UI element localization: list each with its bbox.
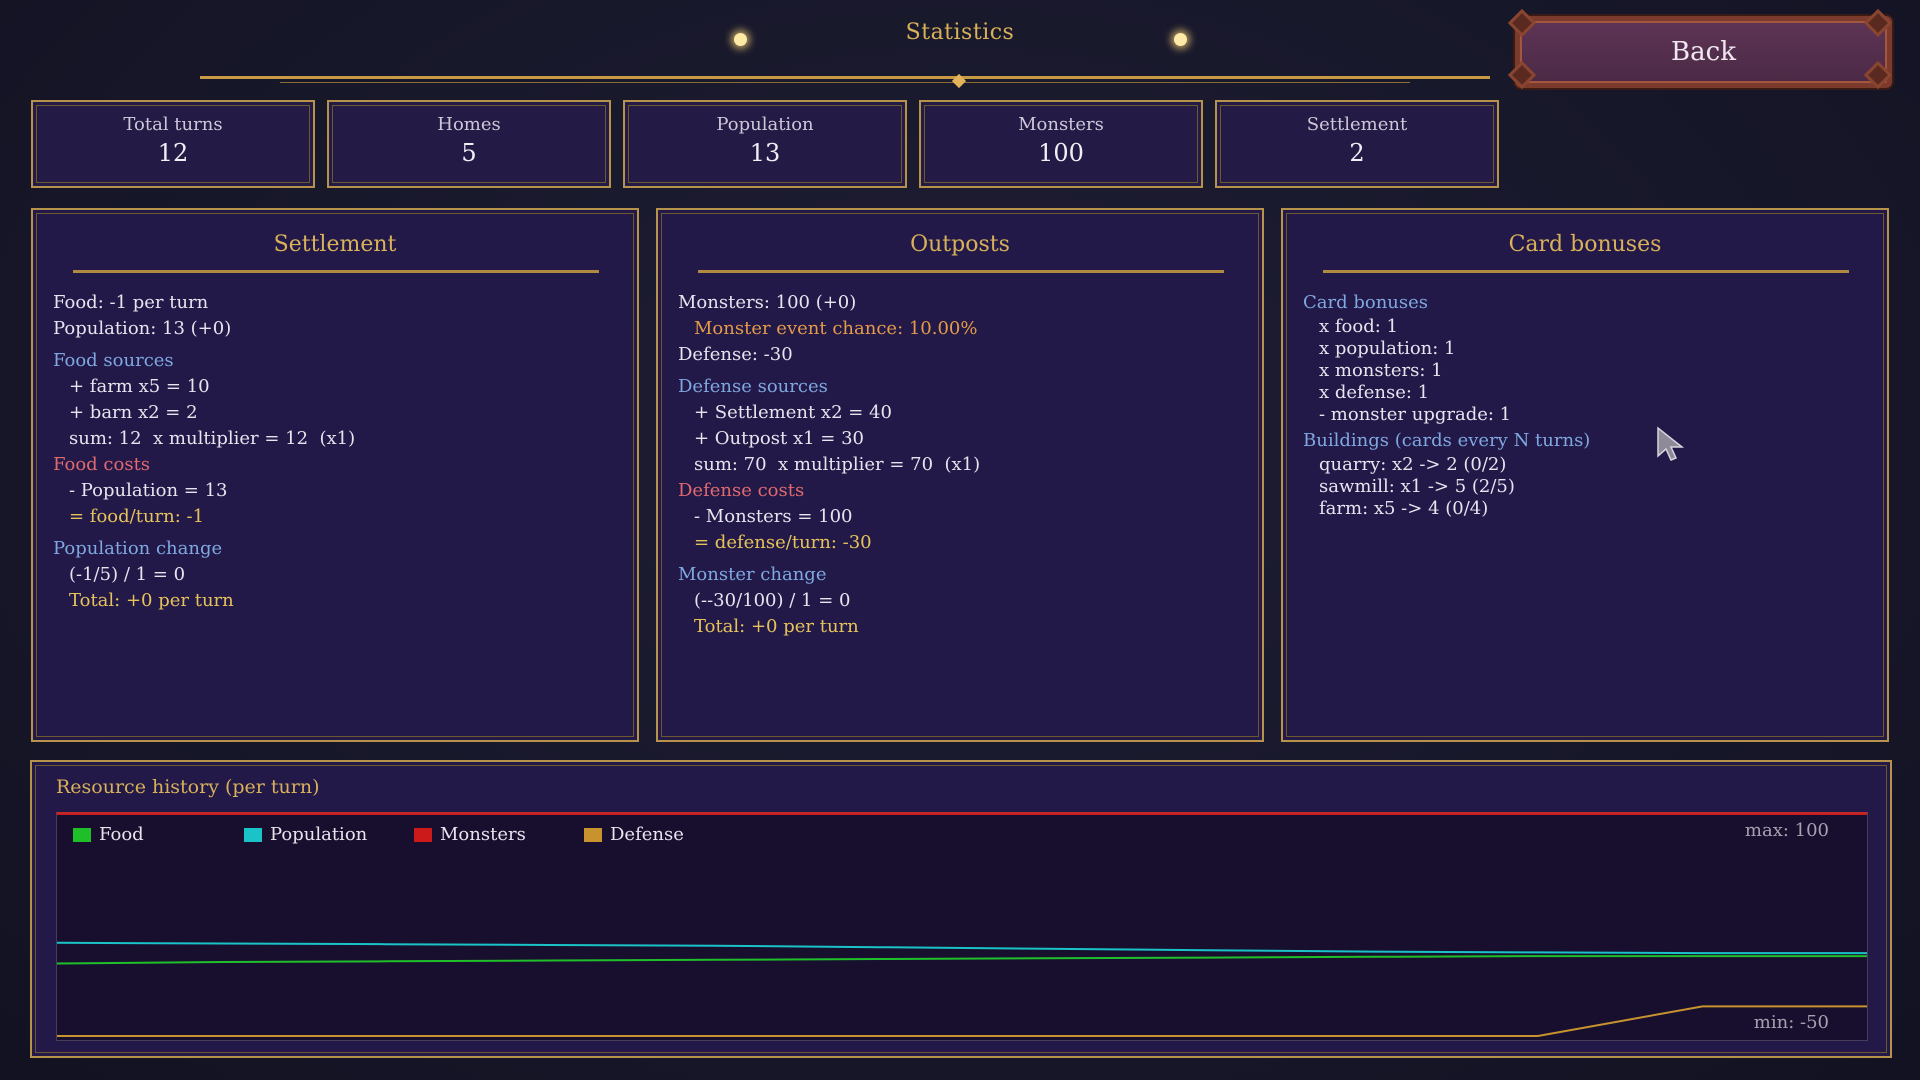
building-line: quarry: x2 -> 2 (0/2) xyxy=(1319,454,1507,475)
monster-event-chance: Monster event chance: 10.00% xyxy=(694,318,978,339)
stat-value: 100 xyxy=(1038,139,1084,167)
card-bonuses-panel: Card bonuses Card bonuses x food: 1 x po… xyxy=(1281,208,1889,742)
resource-history-panel: Resource history (per turn) Food Populat… xyxy=(30,760,1892,1058)
stat-value: 12 xyxy=(157,139,189,167)
population-summary: Population: 13 (+0) xyxy=(53,318,232,339)
history-chart: Food Population Monsters Defense max: 10… xyxy=(56,812,1868,1041)
defense-per-turn: = defense/turn: -30 xyxy=(694,532,872,553)
defense-cost-line: - Monsters = 100 xyxy=(694,506,853,527)
defense-source-line: sum: 70 x multiplier = 70 (x1) xyxy=(694,454,981,475)
monsters-summary: Monsters: 100 (+0) xyxy=(678,292,857,313)
defense-source-line: + Settlement x2 = 40 xyxy=(694,402,892,423)
title-divider-sub xyxy=(280,82,1410,83)
stat-label: Total turns xyxy=(123,114,223,135)
building-line: sawmill: x1 -> 5 (2/5) xyxy=(1319,476,1515,497)
panel-title: Outposts xyxy=(910,232,1010,257)
history-title: Resource history (per turn) xyxy=(56,776,320,798)
series-line-population xyxy=(57,941,1867,955)
title-ornament-right xyxy=(1174,33,1187,46)
card-bonus-line: - monster upgrade: 1 xyxy=(1319,404,1512,425)
stat-value: 13 xyxy=(749,139,781,167)
stat-label: Homes xyxy=(437,114,501,135)
series-line-food xyxy=(57,955,1867,965)
back-button[interactable]: Back xyxy=(1515,16,1892,88)
history-chart-plot xyxy=(57,814,1867,1037)
stat-value: 5 xyxy=(461,139,477,167)
stat-label: Monsters xyxy=(1018,114,1104,135)
card-bonus-line: x food: 1 xyxy=(1319,316,1398,337)
card-bonus-line: x defense: 1 xyxy=(1319,382,1430,403)
panel-divider xyxy=(698,270,1224,273)
stat-total-turns: Total turns 12 xyxy=(31,100,315,188)
buildings-heading: Buildings (cards every N turns) xyxy=(1303,430,1591,451)
food-per-turn: = food/turn: -1 xyxy=(69,506,205,527)
mouse-cursor-icon xyxy=(1656,426,1688,466)
stat-monsters: Monsters 100 xyxy=(919,100,1203,188)
food-source-line: + farm x5 = 10 xyxy=(69,376,210,397)
stat-homes: Homes 5 xyxy=(327,100,611,188)
defense-source-line: + Outpost x1 = 30 xyxy=(694,428,864,449)
population-total: Total: +0 per turn xyxy=(69,590,234,611)
defense-costs-heading: Defense costs xyxy=(678,480,805,501)
outposts-panel: Outposts Monsters: 100 (+0) Monster even… xyxy=(656,208,1264,742)
food-source-line: + barn x2 = 2 xyxy=(69,402,198,423)
panel-title: Card bonuses xyxy=(1508,232,1662,257)
stat-population: Population 13 xyxy=(623,100,907,188)
card-bonus-line: x population: 1 xyxy=(1319,338,1456,359)
monster-total: Total: +0 per turn xyxy=(694,616,859,637)
stat-label: Population xyxy=(716,114,814,135)
food-costs-heading: Food costs xyxy=(53,454,151,475)
food-summary: Food: -1 per turn xyxy=(53,292,209,313)
defense-summary: Defense: -30 xyxy=(678,344,793,365)
stat-label: Settlement xyxy=(1306,114,1408,135)
panel-title: Settlement xyxy=(273,232,397,257)
title-ornament-left xyxy=(734,33,747,46)
population-change-heading: Population change xyxy=(53,538,223,559)
title-divider xyxy=(200,76,1490,79)
card-bonuses-heading: Card bonuses xyxy=(1303,292,1429,313)
defense-sources-heading: Defense sources xyxy=(678,376,828,397)
building-line: farm: x5 -> 4 (0/4) xyxy=(1319,498,1489,519)
card-bonus-line: x monsters: 1 xyxy=(1319,360,1443,381)
panel-divider xyxy=(73,270,599,273)
monster-change-line: (--30/100) / 1 = 0 xyxy=(694,590,851,611)
population-change-line: (-1/5) / 1 = 0 xyxy=(69,564,186,585)
series-line-defense xyxy=(57,1005,1867,1037)
monster-change-heading: Monster change xyxy=(678,564,827,585)
panel-divider xyxy=(1323,270,1849,273)
food-sources-heading: Food sources xyxy=(53,350,174,371)
stat-value: 2 xyxy=(1349,139,1365,167)
food-cost-line: - Population = 13 xyxy=(69,480,228,501)
food-source-line: sum: 12 x multiplier = 12 (x1) xyxy=(69,428,356,449)
settlement-panel: Settlement Food: -1 per turn Population:… xyxy=(31,208,639,742)
page-title: Statistics xyxy=(905,20,1015,45)
stat-settlement: Settlement 2 xyxy=(1215,100,1499,188)
